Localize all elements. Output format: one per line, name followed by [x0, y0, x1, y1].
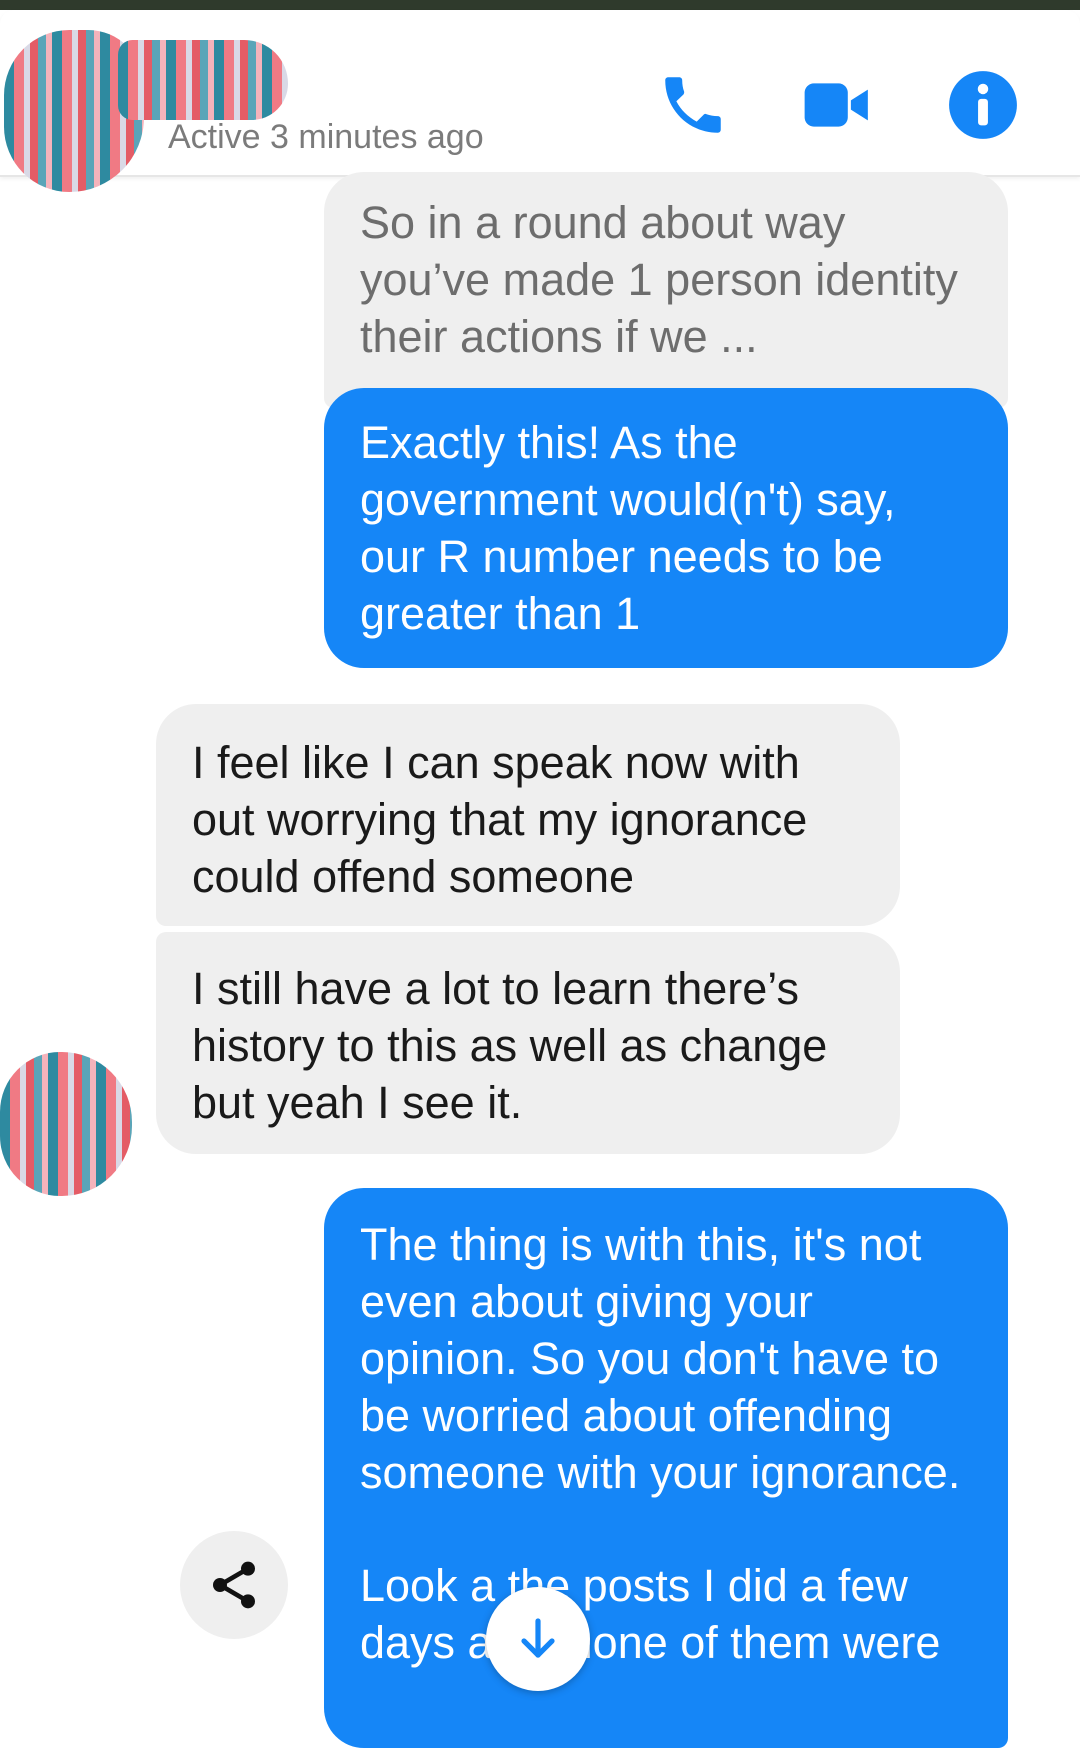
- message-bubble-incoming[interactable]: So in a round about way you’ve made 1 pe…: [324, 172, 1008, 408]
- message-text: Look a the posts I did a few days ago, n…: [360, 1560, 941, 1668]
- message-bubble-incoming[interactable]: I feel like I can speak now with out wor…: [156, 704, 900, 926]
- message-bubble-incoming[interactable]: I still have a lot to learn there’s hist…: [156, 932, 900, 1154]
- background-strip: [0, 0, 1080, 10]
- share-icon: [213, 1561, 255, 1609]
- message-text: I still have a lot to learn there’s hist…: [192, 963, 828, 1128]
- scroll-to-bottom-button[interactable]: [486, 1587, 590, 1691]
- message-bubble-outgoing[interactable]: Exactly this! As the government would(n'…: [324, 388, 1008, 668]
- info-icon[interactable]: [946, 68, 1020, 142]
- sender-avatar-redacted[interactable]: [0, 1052, 132, 1196]
- message-text: So in a round about way you’ve made 1 pe…: [360, 197, 958, 362]
- contact-name-redacted: [118, 40, 288, 120]
- video-camera-icon[interactable]: [800, 68, 874, 142]
- active-status: Active 3 minutes ago: [168, 118, 484, 156]
- arrow-down-icon: [521, 1618, 555, 1658]
- share-button[interactable]: [180, 1531, 288, 1639]
- message-text: Exactly this! As the government would(n'…: [360, 417, 896, 639]
- phone-icon[interactable]: [656, 68, 730, 142]
- message-text: The thing is with this, it's not even ab…: [360, 1219, 961, 1498]
- message-bubble-outgoing[interactable]: The thing is with this, it's not even ab…: [324, 1188, 1008, 1748]
- message-text: I feel like I can speak now with out wor…: [192, 737, 808, 902]
